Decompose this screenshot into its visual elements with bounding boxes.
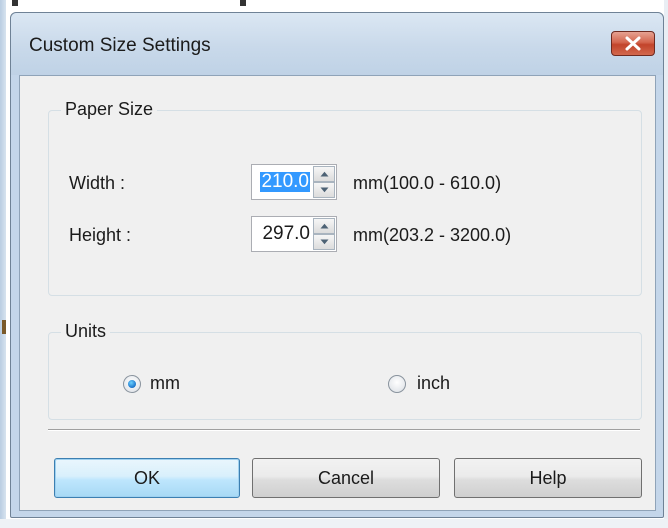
- width-decrease-button[interactable]: [313, 182, 335, 198]
- cancel-button[interactable]: Cancel: [252, 458, 440, 498]
- screen: Custom Size Settings Paper Size Width : …: [0, 0, 668, 528]
- height-increase-button[interactable]: [313, 218, 335, 234]
- units-group: Units mm inch: [48, 321, 642, 420]
- arrow-down-icon: [320, 239, 329, 245]
- height-decrease-button[interactable]: [313, 234, 335, 250]
- arrow-up-icon: [320, 223, 329, 229]
- background-window-edge: [664, 0, 668, 528]
- arrow-down-icon: [320, 187, 329, 193]
- width-value: 210.0: [260, 171, 310, 192]
- paper-size-group: Paper Size Width : 210.0 mm(100.0 - 610.…: [48, 99, 642, 296]
- dialog-title: Custom Size Settings: [29, 35, 211, 56]
- dialog-titlebar[interactable]: Custom Size Settings: [11, 13, 663, 75]
- width-input[interactable]: 210.0: [251, 164, 337, 200]
- dialog-body: Paper Size Width : 210.0 mm(100.0 - 610.…: [19, 75, 656, 511]
- inch-radio-label[interactable]: inch: [417, 373, 450, 394]
- width-label: Width :: [69, 173, 126, 193]
- close-button[interactable]: [611, 31, 655, 56]
- ok-button[interactable]: OK: [54, 458, 240, 498]
- height-value: 297.0: [262, 223, 310, 244]
- background-window-top: [0, 0, 668, 10]
- close-icon: [625, 36, 641, 51]
- background-window-bottom: [0, 519, 668, 528]
- help-button[interactable]: Help: [454, 458, 642, 498]
- mm-radio[interactable]: [123, 375, 141, 393]
- height-range: mm(203.2 - 3200.0): [353, 225, 512, 245]
- separator: [48, 429, 640, 431]
- width-increase-button[interactable]: [313, 166, 335, 182]
- background-mark: [2, 320, 6, 334]
- arrow-up-icon: [320, 171, 329, 177]
- background-mark: [240, 0, 246, 6]
- inch-radio[interactable]: [388, 375, 406, 393]
- height-label: Height :: [69, 225, 132, 245]
- units-legend: Units: [61, 321, 111, 342]
- radio-selected-dot: [128, 380, 136, 388]
- custom-size-dialog: Custom Size Settings Paper Size Width : …: [10, 12, 664, 518]
- background-window-edge: [0, 0, 6, 528]
- height-input[interactable]: 297.0: [251, 216, 337, 252]
- width-range: mm(100.0 - 610.0): [353, 173, 502, 193]
- background-mark: [12, 0, 18, 6]
- mm-radio-label[interactable]: mm: [150, 373, 180, 394]
- paper-size-legend: Paper Size: [61, 99, 158, 120]
